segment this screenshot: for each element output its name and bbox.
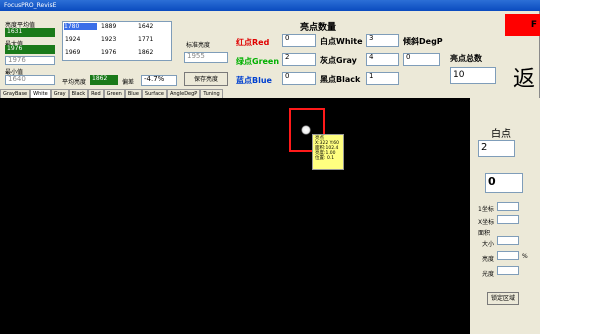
tab-graybase[interactable]: GrayBase xyxy=(0,89,31,98)
deg-count: 0 xyxy=(406,53,411,61)
grid-cell[interactable]: 1976 xyxy=(101,49,116,56)
save-brightness-button[interactable]: 保存亮度 xyxy=(184,72,228,86)
window-titlebar: FocusPRO_RevisE xyxy=(0,0,540,11)
tab-surface[interactable]: Surface xyxy=(141,89,167,98)
index-spinner-value: 0 xyxy=(488,175,496,188)
avg-bright-value: 1862 xyxy=(90,75,118,85)
tooltip-line: 位置: 0.1 xyxy=(315,156,335,161)
grid-cell[interactable]: 1862 xyxy=(138,49,153,56)
right-label: 光度 xyxy=(482,271,495,278)
tab-white[interactable]: White xyxy=(30,89,51,98)
avg-value: 1631 xyxy=(5,28,55,37)
standard-field-value: 1955 xyxy=(187,52,205,60)
grid-cell[interactable]: 1642 xyxy=(138,23,153,30)
green-count-field[interactable]: 2 xyxy=(282,53,316,66)
deg-label: 倾斜DegP xyxy=(403,37,443,46)
black-count: 1 xyxy=(369,72,374,80)
grid-cell[interactable]: 1969 xyxy=(65,49,80,56)
blue-count-field[interactable]: 0 xyxy=(282,72,316,85)
tab-black[interactable]: Black xyxy=(68,89,89,98)
brightness-grid: 1780 1889 1642 1924 1923 1771 1969 1976 … xyxy=(62,21,172,61)
tab-tuning[interactable]: Tuning xyxy=(200,89,223,98)
avg-bright-label: 平均亮度 xyxy=(62,79,87,86)
gray-label: 灰点Gray xyxy=(320,56,357,65)
right-label: 面积 xyxy=(478,230,491,237)
tab-red[interactable]: Red xyxy=(88,89,104,98)
right-field-1[interactable] xyxy=(497,202,519,211)
blue-count: 0 xyxy=(285,72,290,80)
bias-label: 偏差 xyxy=(122,79,135,86)
red-count: 0 xyxy=(285,34,290,42)
tab-gray[interactable]: Gray xyxy=(50,89,69,98)
grid-cell[interactable]: 1780 xyxy=(64,23,97,30)
black-count-field[interactable]: 1 xyxy=(366,72,399,85)
max-field-value: 1976 xyxy=(8,56,26,64)
white-count-field[interactable]: 3 xyxy=(366,34,399,47)
white-label: 白点White xyxy=(320,37,363,46)
window-title: FocusPRO_RevisE xyxy=(4,2,57,9)
blue-label: 蓝点Blue xyxy=(236,76,272,85)
min-field[interactable]: 1640 xyxy=(5,75,55,85)
right-count-field[interactable]: 2 xyxy=(478,140,515,157)
points-title: 亮点数量 xyxy=(300,23,337,33)
bright-spot xyxy=(301,125,311,135)
right-label: X坐标 xyxy=(478,219,495,226)
image-canvas[interactable] xyxy=(0,98,470,334)
white-count: 3 xyxy=(369,34,374,42)
total-count: 10 xyxy=(453,70,465,80)
green-label: 绿点Green xyxy=(236,57,280,66)
gray-count-field[interactable]: 4 xyxy=(366,53,399,66)
right-label: 亮度 xyxy=(482,256,495,263)
grid-cell[interactable]: 1923 xyxy=(101,36,116,43)
spot-tooltip: 亮点 X:322 Y:60 面积:102.4 亮度:1.00 位置: 0.1 xyxy=(312,134,344,170)
red-count-field[interactable]: 0 xyxy=(282,34,316,47)
right-field-3[interactable] xyxy=(497,236,519,245)
right-field-4[interactable] xyxy=(497,251,519,260)
total-count-field[interactable]: 10 xyxy=(450,67,496,84)
right-count: 2 xyxy=(481,142,488,153)
back-button[interactable]: 返 xyxy=(513,61,535,93)
grid-cell[interactable]: 1889 xyxy=(101,23,116,30)
index-spinner[interactable]: 0 xyxy=(485,173,523,193)
black-label: 黑点Black xyxy=(320,75,361,84)
tab-green[interactable]: Green xyxy=(103,89,125,98)
gray-count: 4 xyxy=(369,53,374,61)
desktop-background xyxy=(540,0,605,334)
tab-blue[interactable]: Blue xyxy=(124,89,142,98)
right-label: 大小 xyxy=(482,241,495,248)
bias-field[interactable]: -4.7% xyxy=(141,75,177,86)
lock-area-button[interactable]: 锁定区域 xyxy=(487,292,519,305)
status-banner: F xyxy=(505,14,540,36)
grid-cell[interactable]: 1924 xyxy=(65,36,80,43)
right-label: 1坐标 xyxy=(478,206,494,213)
red-label: 红点Red xyxy=(236,38,270,47)
max-value: 1976 xyxy=(5,45,55,54)
deg-count-field[interactable]: 0 xyxy=(403,53,440,66)
tab-angledegp[interactable]: AngleDegP xyxy=(166,89,201,98)
standard-field[interactable]: 1955 xyxy=(184,52,228,63)
right-field-5[interactable] xyxy=(497,266,519,275)
right-field-2[interactable] xyxy=(497,215,519,224)
right-panel-title: 白点 xyxy=(491,129,511,140)
green-count: 2 xyxy=(285,53,290,61)
unit-label: % xyxy=(522,253,528,260)
max-field[interactable]: 1976 xyxy=(5,56,55,65)
grid-cell[interactable]: 1771 xyxy=(138,36,153,43)
standard-label: 标准亮度 xyxy=(186,42,211,49)
total-label: 亮点总数 xyxy=(450,54,482,63)
tab-bar: GrayBase White Gray Black Red Green Blue… xyxy=(0,89,232,98)
bias-field-value: -4.7% xyxy=(144,75,165,83)
min-field-value: 1640 xyxy=(8,75,26,83)
